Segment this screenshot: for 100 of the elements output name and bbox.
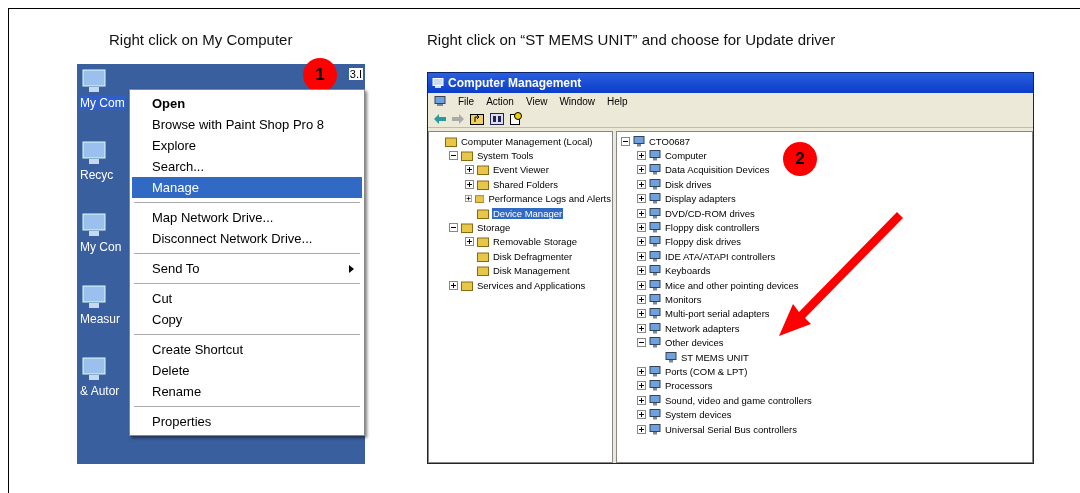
menu-item[interactable]: Search... <box>132 156 362 177</box>
menu-item[interactable]: Rename <box>132 381 362 402</box>
menu-item[interactable]: Map Network Drive... <box>132 207 362 228</box>
folder-icon <box>475 193 485 205</box>
expand-icon[interactable] <box>637 194 646 204</box>
folder-up-icon[interactable] <box>470 112 484 125</box>
menu-item[interactable]: Cut <box>132 288 362 309</box>
tree-item[interactable]: Mice and other pointing devices <box>664 279 800 291</box>
expand-icon[interactable] <box>637 295 646 304</box>
expand-icon[interactable] <box>637 381 646 391</box>
tree-item[interactable]: IDE ATA/ATAPI controllers <box>664 250 777 262</box>
device-icon <box>633 135 645 147</box>
tree-item[interactable]: System devices <box>664 409 733 421</box>
collapse-icon[interactable] <box>449 223 458 233</box>
expand-icon[interactable] <box>465 237 474 247</box>
device-icon <box>649 178 661 190</box>
tree-item[interactable]: System Tools <box>476 150 535 162</box>
tree-item[interactable]: Data Acquisition Devices <box>664 164 771 176</box>
desktop-icon-label: My Con <box>79 240 123 254</box>
tree-item[interactable]: Disk drives <box>664 178 713 190</box>
expand-icon[interactable] <box>465 165 474 175</box>
menu-item[interactable]: Browse with Paint Shop Pro 8 <box>132 114 362 135</box>
tree-item[interactable]: Display adapters <box>664 193 737 205</box>
expand-icon[interactable] <box>637 395 646 405</box>
expand-icon[interactable] <box>637 366 646 376</box>
tree-item[interactable]: Processors <box>664 380 714 392</box>
menu-entry[interactable]: View <box>525 96 548 107</box>
tree-item[interactable]: CTO0687 <box>648 135 691 147</box>
expand-icon[interactable] <box>449 280 458 290</box>
tree-item[interactable]: Disk Management <box>492 265 571 277</box>
device-icon <box>649 265 661 277</box>
menu-entry[interactable]: Help <box>607 96 628 107</box>
menu-item[interactable]: Explore <box>132 135 362 156</box>
expand-icon[interactable] <box>465 179 474 189</box>
folder-icon <box>477 207 489 219</box>
menu-entry[interactable]: File <box>458 96 475 107</box>
tree-item[interactable]: Disk Defragmenter <box>492 250 574 262</box>
expand-icon[interactable] <box>637 280 646 290</box>
expand-icon[interactable] <box>637 424 646 434</box>
menu-item[interactable]: Create Shortcut <box>132 339 362 360</box>
tree-item[interactable]: Removable Storage <box>492 236 578 248</box>
expand-icon[interactable] <box>637 179 646 189</box>
menu-entry[interactable]: Window <box>559 96 595 107</box>
tree-item[interactable]: Sound, video and game controllers <box>664 394 813 406</box>
tree-item[interactable]: Other devices <box>664 337 725 349</box>
collapse-icon[interactable] <box>637 338 646 348</box>
tree-item[interactable]: Network adapters <box>664 322 741 334</box>
tree-item[interactable]: Performance Logs and Alerts <box>487 193 612 205</box>
desktop-icon[interactable] <box>79 212 109 238</box>
expand-icon[interactable] <box>637 223 646 233</box>
device-icon <box>649 365 661 377</box>
panel-toggle-icon[interactable] <box>490 112 504 125</box>
desktop-icon[interactable] <box>79 140 109 166</box>
tree-item[interactable]: Computer <box>664 150 708 162</box>
folder-icon <box>461 222 473 234</box>
folder-icon <box>461 279 473 291</box>
expand-icon[interactable] <box>637 165 646 175</box>
tree-item[interactable]: Universal Serial Bus controllers <box>664 423 798 435</box>
tree-item[interactable]: Storage <box>476 222 512 234</box>
expand-icon[interactable] <box>465 194 473 204</box>
tree-item[interactable]: Services and Applications <box>476 279 587 291</box>
expand-icon[interactable] <box>637 251 646 261</box>
device-icon <box>649 150 661 162</box>
desktop-icon[interactable] <box>79 284 109 310</box>
tree-item[interactable]: Event Viewer <box>492 164 550 176</box>
menu-item[interactable]: Send To <box>132 258 362 279</box>
expand-icon[interactable] <box>637 309 646 319</box>
device-icon <box>649 322 661 334</box>
device-icon <box>649 236 661 248</box>
menu-item[interactable]: Disconnect Network Drive... <box>132 228 362 249</box>
menu-item[interactable]: Manage <box>132 177 362 198</box>
collapse-icon[interactable] <box>621 136 630 146</box>
expand-icon[interactable] <box>637 410 646 420</box>
tree-item[interactable]: Monitors <box>664 294 703 305</box>
tree-item[interactable]: Floppy disk drives <box>664 236 743 248</box>
menu-item[interactable]: Delete <box>132 360 362 381</box>
tree-item[interactable]: Floppy disk controllers <box>664 222 761 234</box>
expand-icon[interactable] <box>637 266 646 276</box>
expand-icon[interactable] <box>637 237 646 247</box>
device-icon <box>649 423 661 435</box>
desktop-icon[interactable] <box>79 356 109 382</box>
tree-item[interactable]: ST MEMS UNIT <box>680 351 750 363</box>
tree-item[interactable]: Shared Folders <box>492 178 559 190</box>
desktop-icon-label: Recyc <box>79 168 115 182</box>
collapse-icon[interactable] <box>449 151 458 161</box>
tree-item[interactable]: Ports (COM & LPT) <box>664 365 749 377</box>
menu-entry[interactable]: Action <box>486 96 514 107</box>
tree-item[interactable]: Multi-port serial adapters <box>664 308 771 320</box>
tree-item[interactable]: Device Manager <box>492 207 564 219</box>
menu-item[interactable]: Copy <box>132 309 362 330</box>
tree-item[interactable]: Computer Management (Local) <box>460 135 594 147</box>
tree-item[interactable]: DVD/CD-ROM drives <box>664 207 756 219</box>
menu-item[interactable]: Properties <box>132 411 362 432</box>
tree-item[interactable]: Keyboards <box>664 265 712 277</box>
expand-icon[interactable] <box>637 151 646 161</box>
desktop-icon[interactable] <box>79 68 109 94</box>
back-arrow-icon[interactable] <box>434 113 446 124</box>
expand-icon[interactable] <box>637 323 646 333</box>
expand-icon[interactable] <box>637 208 646 218</box>
menu-item[interactable]: Open <box>132 93 362 114</box>
